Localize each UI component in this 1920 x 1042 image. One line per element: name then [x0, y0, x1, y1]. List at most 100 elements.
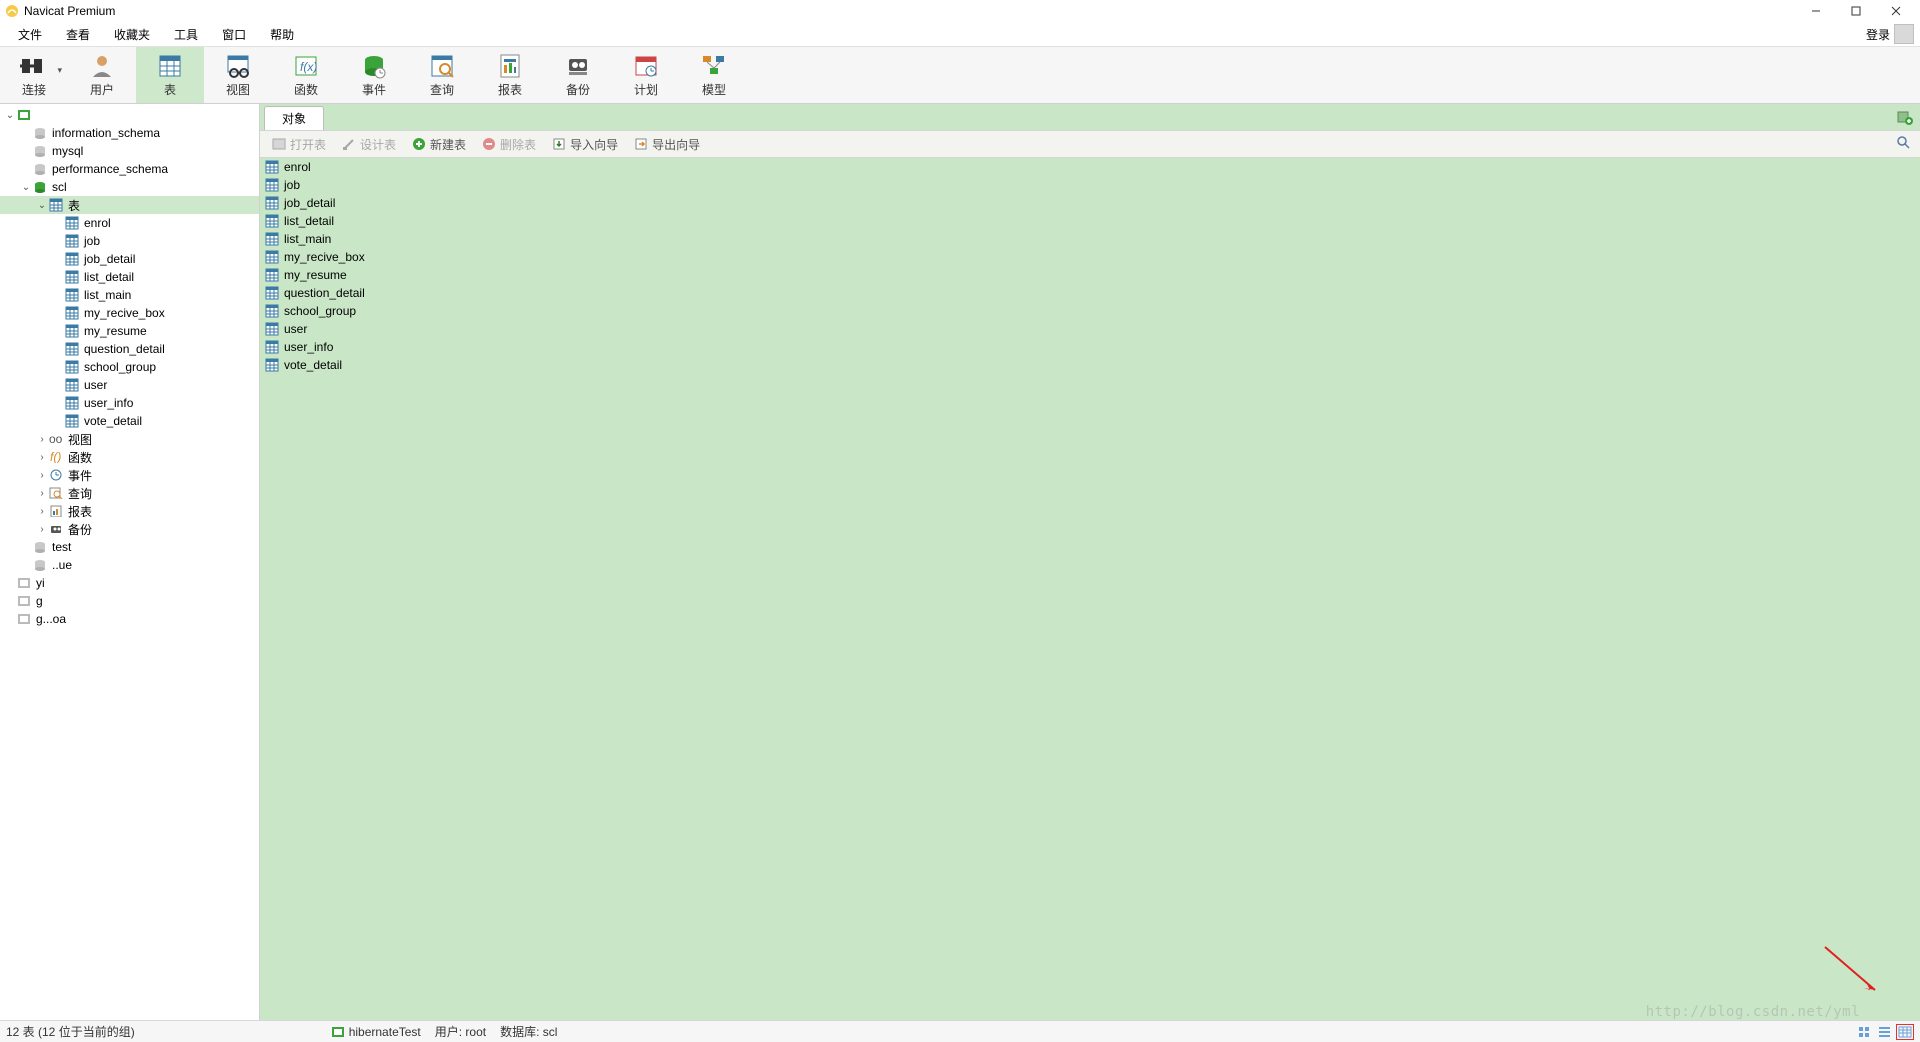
list-item[interactable]: list_detail	[260, 212, 1920, 230]
avatar[interactable]	[1894, 24, 1914, 44]
chevron-right-icon[interactable]: ›	[36, 524, 48, 535]
list-item[interactable]: my_resume	[260, 266, 1920, 284]
view-mode-2[interactable]	[1876, 1024, 1894, 1040]
maximize-button[interactable]	[1836, 0, 1876, 22]
tree-row[interactable]: ⌄scl	[0, 178, 259, 196]
list-item[interactable]: job	[260, 176, 1920, 194]
import-wizard-button[interactable]: 导入向导	[546, 133, 624, 155]
tab-objects[interactable]: 对象	[264, 106, 324, 130]
tree-row[interactable]: list_detail	[0, 268, 259, 286]
tree-row[interactable]: g...oa	[0, 610, 259, 628]
chevron-down-icon[interactable]: ⌄	[36, 200, 48, 211]
table-icon	[156, 53, 184, 79]
chevron-down-icon[interactable]: ⌄	[4, 110, 16, 121]
chevron-right-icon[interactable]: ›	[36, 452, 48, 463]
login-link[interactable]: 登录	[1866, 26, 1890, 43]
tree-row[interactable]: ›报表	[0, 502, 259, 520]
list-item[interactable]: school_group	[260, 302, 1920, 320]
table-list[interactable]: enroljobjob_detaillist_detaillist_mainmy…	[260, 158, 1920, 1020]
delete-table-button[interactable]: 删除表	[476, 133, 542, 155]
conn-gray-icon	[16, 612, 32, 626]
view-toggles	[1856, 1024, 1914, 1040]
db-gray-icon	[32, 144, 48, 158]
chevron-right-icon[interactable]: ›	[36, 506, 48, 517]
design-table-button[interactable]: 设计表	[336, 133, 402, 155]
list-item[interactable]: list_main	[260, 230, 1920, 248]
chevron-right-icon[interactable]: ›	[36, 470, 48, 481]
table-icon	[264, 286, 280, 300]
nav-tree[interactable]: ⌄ information_schemamysqlperformance_sche…	[0, 104, 260, 1020]
toolbar-report[interactable]: 报表	[476, 47, 544, 103]
table-group-icon	[48, 198, 64, 212]
list-item[interactable]: question_detail	[260, 284, 1920, 302]
toolbar-query[interactable]: 查询	[408, 47, 476, 103]
tree-row[interactable]: school_group	[0, 358, 259, 376]
window-title: Navicat Premium	[24, 4, 1796, 18]
tree-row[interactable]: enrol	[0, 214, 259, 232]
tree-label: my_resume	[84, 324, 147, 338]
tree-row[interactable]: question_detail	[0, 340, 259, 358]
list-item[interactable]: vote_detail	[260, 356, 1920, 374]
toolbar-model[interactable]: 模型	[680, 47, 748, 103]
list-item[interactable]: my_recive_box	[260, 248, 1920, 266]
list-item[interactable]: enrol	[260, 158, 1920, 176]
menu-3[interactable]: 工具	[162, 26, 210, 43]
toolbar-func[interactable]: f(x)函数	[272, 47, 340, 103]
menu-1[interactable]: 查看	[54, 26, 102, 43]
search-icon[interactable]	[1896, 135, 1914, 153]
tree-row[interactable]: ›oo视图	[0, 430, 259, 448]
tree-row[interactable]: ⌄	[0, 106, 259, 124]
tree-row[interactable]: test	[0, 538, 259, 556]
tree-label: job_detail	[84, 252, 135, 266]
menu-0[interactable]: 文件	[6, 26, 54, 43]
close-button[interactable]	[1876, 0, 1916, 22]
tree-row[interactable]: vote_detail	[0, 412, 259, 430]
menu-2[interactable]: 收藏夹	[102, 26, 162, 43]
toolbar-event[interactable]: 事件	[340, 47, 408, 103]
tree-row[interactable]: mysql	[0, 142, 259, 160]
tree-row[interactable]: job_detail	[0, 250, 259, 268]
tree-row[interactable]: my_recive_box	[0, 304, 259, 322]
list-item[interactable]: user	[260, 320, 1920, 338]
view-mode-1[interactable]	[1856, 1024, 1874, 1040]
menu-4[interactable]: 窗口	[210, 26, 258, 43]
tree-row[interactable]: ⌄表	[0, 196, 259, 214]
menu-5[interactable]: 帮助	[258, 26, 306, 43]
status-db: 数据库: scl	[500, 1023, 557, 1040]
tree-row[interactable]: ›事件	[0, 466, 259, 484]
tab-add-icon[interactable]	[1896, 108, 1914, 126]
toolbar-connect[interactable]: 连接▾	[0, 47, 68, 103]
minimize-button[interactable]	[1796, 0, 1836, 22]
list-item[interactable]: job_detail	[260, 194, 1920, 212]
chevron-right-icon[interactable]: ›	[36, 488, 48, 499]
tree-label: 查询	[68, 485, 92, 502]
chevron-down-icon[interactable]: ⌄	[20, 182, 32, 193]
tree-row[interactable]: g	[0, 592, 259, 610]
tree-row[interactable]: my_resume	[0, 322, 259, 340]
toolbar-user[interactable]: 用户	[68, 47, 136, 103]
tree-row[interactable]: ›f()函数	[0, 448, 259, 466]
toolbar-backup[interactable]: 备份	[544, 47, 612, 103]
tree-row[interactable]: user_info	[0, 394, 259, 412]
export-wizard-button[interactable]: 导出向导	[628, 133, 706, 155]
tree-row[interactable]: yi	[0, 574, 259, 592]
tree-row[interactable]: job	[0, 232, 259, 250]
open-table-button[interactable]: 打开表	[266, 133, 332, 155]
status-user: 用户: root	[435, 1023, 486, 1040]
tree-row[interactable]: information_schema	[0, 124, 259, 142]
tree-row[interactable]: user	[0, 376, 259, 394]
new-table-button[interactable]: 新建表	[406, 133, 472, 155]
tree-row[interactable]: performance_schema	[0, 160, 259, 178]
tree-row[interactable]: ›备份	[0, 520, 259, 538]
view-mode-3[interactable]	[1896, 1024, 1914, 1040]
toolbar-plan[interactable]: 计划	[612, 47, 680, 103]
tree-row[interactable]: ..ue	[0, 556, 259, 574]
tree-row[interactable]: › 查询	[0, 484, 259, 502]
tree-row[interactable]: list_main	[0, 286, 259, 304]
list-item[interactable]: user_info	[260, 338, 1920, 356]
chevron-right-icon[interactable]: ›	[36, 434, 48, 445]
toolbar-view[interactable]: 视图	[204, 47, 272, 103]
query-icon	[428, 53, 456, 79]
conn-gray-icon	[16, 594, 32, 608]
toolbar-table[interactable]: 表	[136, 47, 204, 103]
